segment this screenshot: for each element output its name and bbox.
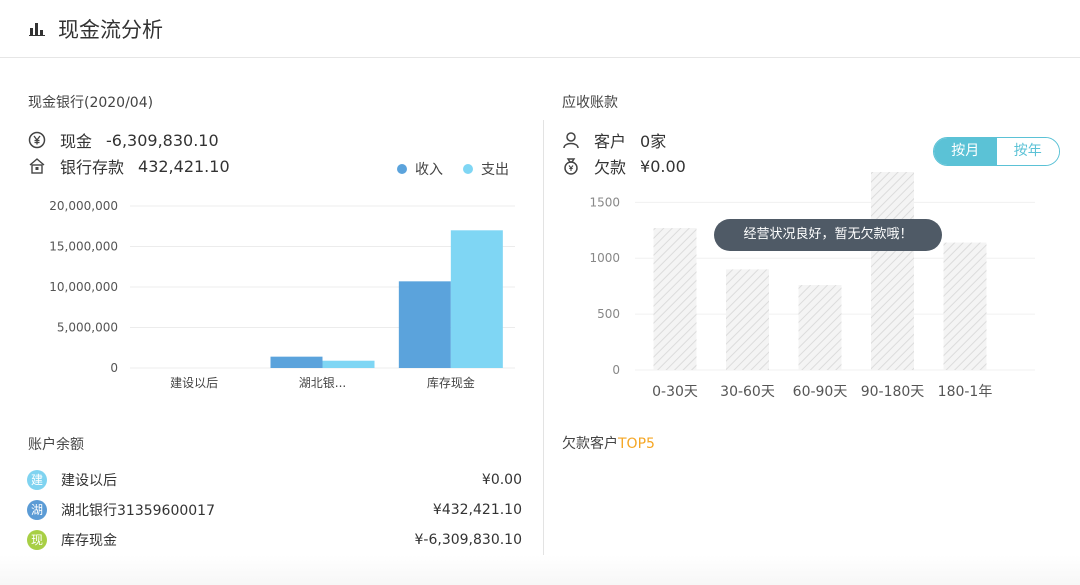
x-tick-label: 180-1年 <box>938 384 993 400</box>
x-tick-label: 建设以后 <box>170 376 218 390</box>
x-tick-label: 60-90天 <box>793 384 848 400</box>
customer-label: 客户 <box>594 132 627 151</box>
cash-value: -6,309,830.10 <box>106 130 219 150</box>
account-row[interactable]: 现 库存现金 ¥-6,309,830.10 <box>27 528 522 552</box>
account-name: 湖北银行31359600017 <box>61 503 215 519</box>
y-tick-label: 0 <box>612 363 620 377</box>
cash-bank-title: 现金银行(2020/04) <box>28 95 154 111</box>
y-tick-label: 0 <box>110 361 118 375</box>
customer-row: 客户 0家 <box>562 128 666 152</box>
bar-expense[interactable] <box>450 230 503 368</box>
aging-bar <box>871 172 914 370</box>
account-amount: ¥-6,309,830.10 <box>414 532 522 548</box>
account-row[interactable]: 建 建设以后 ¥0.00 <box>27 468 522 492</box>
bottom-fade <box>0 555 1080 585</box>
no-debt-tooltip: 经营状况良好，暂无欠款哦！ <box>714 219 942 251</box>
receivables-bar-chart: 0 500 1000 1500 0-30天 30-60天 60-90天 90-180天 180-… <box>589 172 1035 400</box>
period-toggle[interactable]: 按月 按年 <box>933 137 1060 166</box>
aging-bar <box>943 242 987 370</box>
legend-expense-label: 支出 <box>481 162 509 178</box>
cash-chart-legend: 收入 支出 <box>397 159 509 179</box>
cash-bar-chart: 0 5,000,000 10,000,000 15,000,000 20,000,000… <box>49 199 515 390</box>
y-tick-label: 1000 <box>589 251 620 265</box>
legend-dot-expense <box>463 164 473 174</box>
page-header: 现金流分析 <box>0 0 1080 58</box>
yen-circle-icon <box>28 131 46 149</box>
cash-row: 现金 -6,309,830.10 <box>28 128 219 152</box>
x-tick-label: 库存现金 <box>427 375 475 390</box>
y-tick-label: 20,000,000 <box>49 199 118 213</box>
account-amount: ¥0.00 <box>481 472 522 488</box>
legend-income-label: 收入 <box>415 162 443 178</box>
toggle-month-button[interactable]: 按月 <box>934 138 997 165</box>
x-tick-label: 30-60天 <box>720 384 775 400</box>
legend-dot-income <box>397 164 407 174</box>
top5-title: 欠款客户TOP5 <box>562 433 655 453</box>
aging-bar <box>726 269 769 370</box>
aging-bar <box>798 285 842 370</box>
account-badge: 湖 <box>27 500 47 520</box>
bar-income[interactable] <box>398 281 451 368</box>
account-badge: 建 <box>27 470 47 490</box>
account-name: 库存现金 <box>61 533 117 549</box>
account-name: 建设以后 <box>61 473 117 489</box>
user-icon <box>563 132 579 149</box>
y-tick-label: 500 <box>597 307 620 321</box>
bar-expense[interactable] <box>322 360 375 368</box>
bank-value: 432,421.10 <box>138 156 230 176</box>
page-title: 现金流分析 <box>58 18 163 42</box>
bar-income[interactable] <box>270 356 323 368</box>
customer-value: 0家 <box>640 132 667 151</box>
receivables-title: 应收账款 <box>562 95 618 111</box>
y-tick-label: 10,000,000 <box>49 280 118 294</box>
y-tick-label: 15,000,000 <box>49 240 118 254</box>
bank-house-icon <box>29 158 45 174</box>
cash-label: 现金 <box>60 132 93 151</box>
aging-bar <box>653 228 697 370</box>
x-tick-label: 90-180天 <box>861 384 925 400</box>
column-divider <box>543 120 544 585</box>
account-badge: 现 <box>27 530 47 550</box>
toggle-year-button[interactable]: 按年 <box>996 138 1059 165</box>
accounts-title: 账户余额 <box>28 437 84 453</box>
account-row[interactable]: 湖 湖北银行31359600017 ¥432,421.10 <box>27 498 522 522</box>
bank-label: 银行存款 <box>60 158 125 177</box>
x-tick-label: 湖北银... <box>299 375 346 390</box>
account-amount: ¥432,421.10 <box>432 502 522 518</box>
y-tick-label: 5,000,000 <box>57 321 118 335</box>
top5-accent: TOP5 <box>618 436 655 452</box>
x-tick-label: 0-30天 <box>652 384 698 400</box>
bar-chart-icon <box>29 23 45 36</box>
top5-prefix: 欠款客户 <box>562 436 618 452</box>
bank-row: 银行存款 432,421.10 <box>28 154 230 178</box>
y-tick-label: 1500 <box>589 195 620 209</box>
